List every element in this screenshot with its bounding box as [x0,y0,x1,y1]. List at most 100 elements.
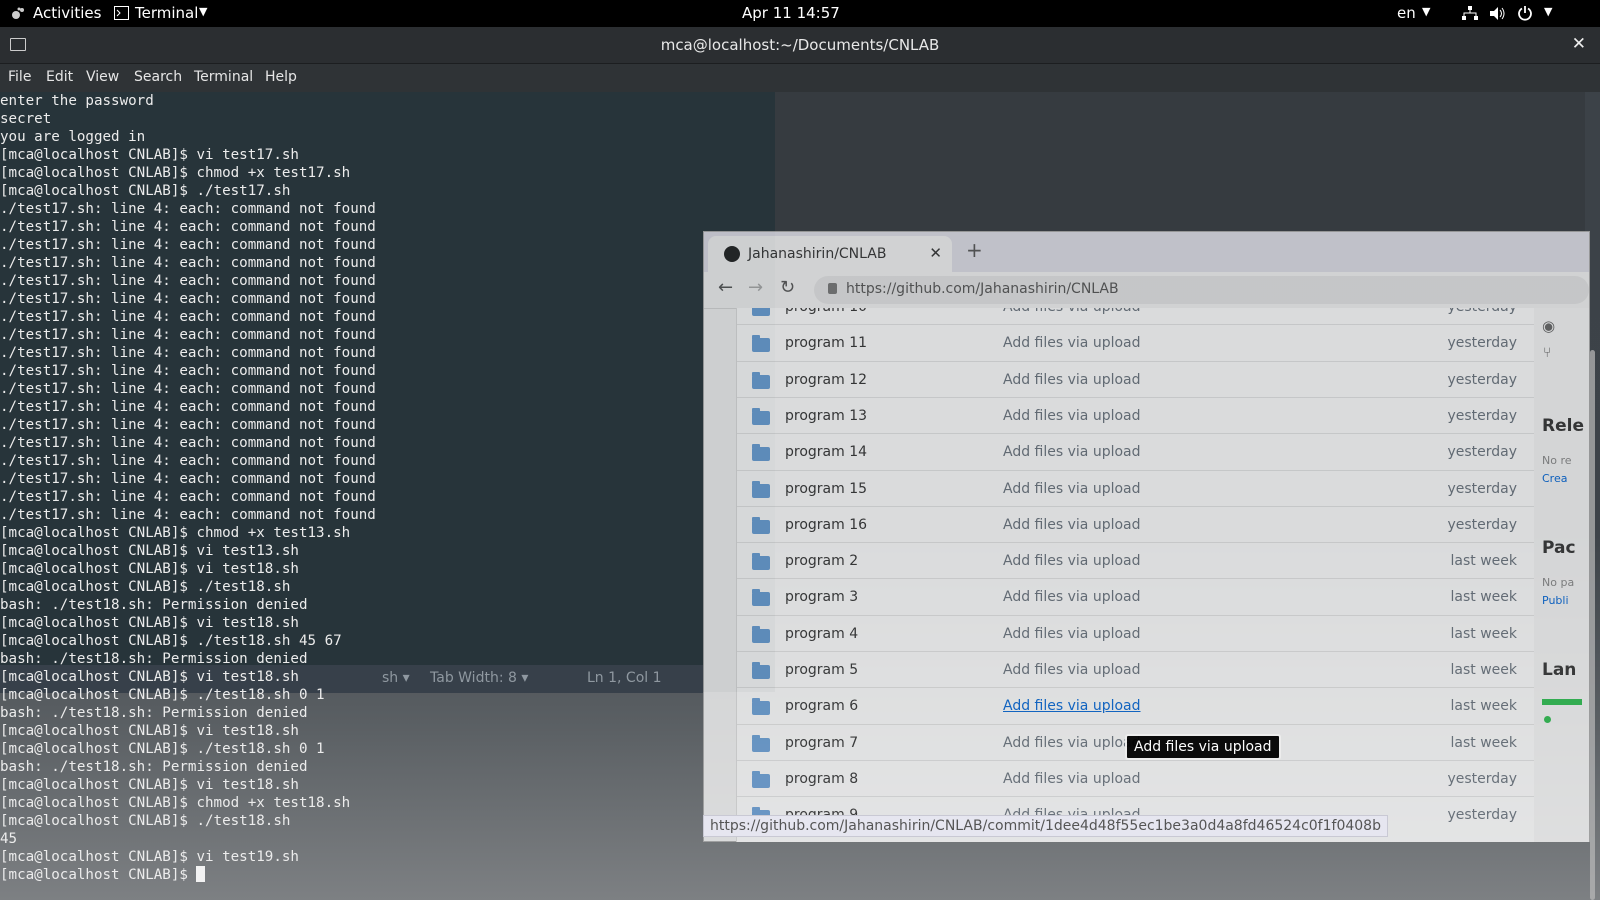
commit-message-link[interactable]: Add files via upload [1003,444,1141,460]
terminal-line: ./test17.sh: line 4: each: command not f… [0,381,376,397]
commit-message-link[interactable]: Add files via upload [1003,517,1141,533]
terminal-line: ./test17.sh: line 4: each: command not f… [0,291,376,307]
table-row[interactable]: program 13 Add files via upload yesterday [737,396,1535,435]
packages-heading: Pac [1542,538,1576,558]
commit-message-link[interactable]: Add files via upload [1003,626,1141,642]
network-icon[interactable] [1462,6,1478,21]
folder-name-link[interactable]: program 6 [785,698,858,714]
table-row[interactable]: program 2 Add files via upload last week [737,542,1535,580]
terminal-line: 45 [0,831,18,847]
commit-time: yesterday [1447,480,1517,497]
terminal-output[interactable]: enter the password secret you are logged i… [0,92,775,900]
folder-name-link[interactable]: program 8 [785,771,858,787]
folder-name-link[interactable]: program 2 [785,553,858,569]
power-icon[interactable] [1517,5,1533,21]
gnome-foot-icon[interactable] [10,6,26,22]
create-release-link[interactable]: Crea [1542,472,1567,485]
folder-name-link[interactable]: program 7 [785,735,858,751]
folder-name-link[interactable]: program 3 [785,589,858,605]
scrollbar[interactable] [1590,350,1595,900]
publish-package-link[interactable]: Publi [1542,594,1569,607]
table-row[interactable]: program 5 Add files via upload last week [737,651,1535,689]
terminal-line: ./test17.sh: line 4: each: command not f… [0,435,376,451]
terminal-line: [mca@localhost CNLAB]$ vi test18.sh [0,615,299,631]
menu-help[interactable]: Help [265,69,297,85]
folder-name-link[interactable]: program 4 [785,626,858,642]
terminal-line: ./test17.sh: line 4: each: command not f… [0,489,376,505]
releases-text: No re [1542,454,1572,467]
terminal-line: [mca@localhost CNLAB]$ chmod +x test17.s… [0,165,351,181]
browser-toolbar: ← → ↻ https://github.com/Jahanashirin/CN… [704,272,1589,309]
menu-file[interactable]: File [8,69,31,85]
window-title: mca@localhost:~/Documents/CNLAB [660,36,940,54]
folder-name-link[interactable]: program 10 [785,308,867,315]
app-menu-button[interactable]: Terminal [135,4,198,22]
eye-icon[interactable]: ◉ [1542,317,1555,335]
commit-message-link[interactable]: Add files via upload [1003,408,1141,424]
packages-text: No pa [1542,576,1575,589]
terminal-line: enter the password [0,93,154,109]
commit-message-link[interactable]: Add files via upload [1003,735,1141,751]
terminal-line: ./test17.sh: line 4: each: command not f… [0,309,376,325]
activities-button[interactable]: Activities [33,4,101,22]
commit-message-link[interactable]: Add files via upload [1003,553,1141,569]
link-tooltip: Add files via upload [1125,734,1281,760]
folder-name-link[interactable]: program 5 [785,662,858,678]
new-tab-button[interactable]: + [966,238,983,262]
close-window-button[interactable]: ✕ [1572,34,1586,54]
terminal-prompt: [mca@localhost CNLAB]$ [0,867,197,883]
commit-message-link[interactable]: Add files via upload [1003,698,1141,714]
table-row[interactable]: program 14 Add files via upload yesterday [737,433,1535,471]
folder-name-link[interactable]: program 11 [785,335,867,351]
commit-message-link[interactable]: Add files via upload [1003,335,1141,351]
table-row[interactable]: program 3 Add files via upload last week [737,578,1535,616]
commit-message-link[interactable]: Add files via upload [1003,662,1141,678]
table-row[interactable]: program 16 Add files via upload yesterday [737,505,1535,544]
folder-name-link[interactable]: program 14 [785,444,867,460]
folder-name-link[interactable]: program 13 [785,408,867,424]
terminal-cursor [196,866,206,882]
address-bar[interactable]: https://github.com/Jahanashirin/CNLAB [814,276,1589,304]
folder-name-link[interactable]: program 12 [785,372,867,388]
menu-view[interactable]: View [86,69,119,85]
lock-icon [828,283,837,294]
terminal-line: ./test17.sh: line 4: each: command not f… [0,219,376,235]
menu-edit[interactable]: Edit [46,69,73,85]
fork-icon[interactable]: ⑂ [1543,345,1551,361]
folder-name-link[interactable]: program 15 [785,481,867,497]
menu-terminal[interactable]: Terminal [194,69,253,85]
clock[interactable]: Apr 11 14:57 [742,4,840,22]
table-row[interactable]: program 6 Add files via upload last week [737,687,1535,725]
terminal-prompt-line[interactable]: [mca@localhost CNLAB]$ [0,866,775,884]
menu-search[interactable]: Search [134,69,182,85]
window-titlebar[interactable]: mca@localhost:~/Documents/CNLAB ✕ [0,27,1600,64]
table-row[interactable]: program 10 Add files via upload yesterday [737,308,1535,326]
terminal-line: ./test17.sh: line 4: each: command not f… [0,255,376,271]
commit-message-link[interactable]: Add files via upload [1003,589,1141,605]
terminal-line: you are logged in [0,129,146,145]
table-row[interactable]: program 4 Add files via upload last week [737,614,1535,653]
close-tab-button[interactable]: ✕ [929,244,942,262]
background-window [775,92,1585,232]
repo-sidebar: ◉ ⑂ Rele No re Crea Pac No pa Publi Lan [1534,308,1589,842]
terminal-line: [mca@localhost CNLAB]$ chmod +x test18.s… [0,795,351,811]
table-row[interactable]: program 12 Add files via upload yesterday [737,360,1535,399]
commit-message-link[interactable]: Add files via upload [1003,308,1141,315]
volume-icon[interactable] [1490,6,1506,21]
commit-message-link[interactable]: Add files via upload [1003,771,1141,787]
folder-name-link[interactable]: program 16 [785,517,867,533]
chevron-down-icon: ▼ [1544,5,1553,18]
table-row[interactable]: program 11 Add files via upload yesterday [737,324,1535,362]
terminal-line: [mca@localhost CNLAB]$ ./test18.sh 0 1 [0,741,325,757]
language-bar [1542,699,1582,705]
keyboard-layout-indicator[interactable]: en [1397,4,1416,22]
reload-icon[interactable]: ↻ [780,277,795,298]
table-row[interactable]: program 8 Add files via upload yesterday [737,759,1535,798]
commit-message-link[interactable]: Add files via upload [1003,372,1141,388]
terminal-line: [mca@localhost CNLAB]$ vi test13.sh [0,543,299,559]
terminal-line: ./test17.sh: line 4: each: command not f… [0,363,376,379]
commit-time: last week [1450,589,1518,606]
table-row[interactable]: program 15 Add files via upload yesterday [737,469,1535,508]
commit-message-link[interactable]: Add files via upload [1003,481,1141,497]
languages-heading: Lan [1542,660,1577,680]
